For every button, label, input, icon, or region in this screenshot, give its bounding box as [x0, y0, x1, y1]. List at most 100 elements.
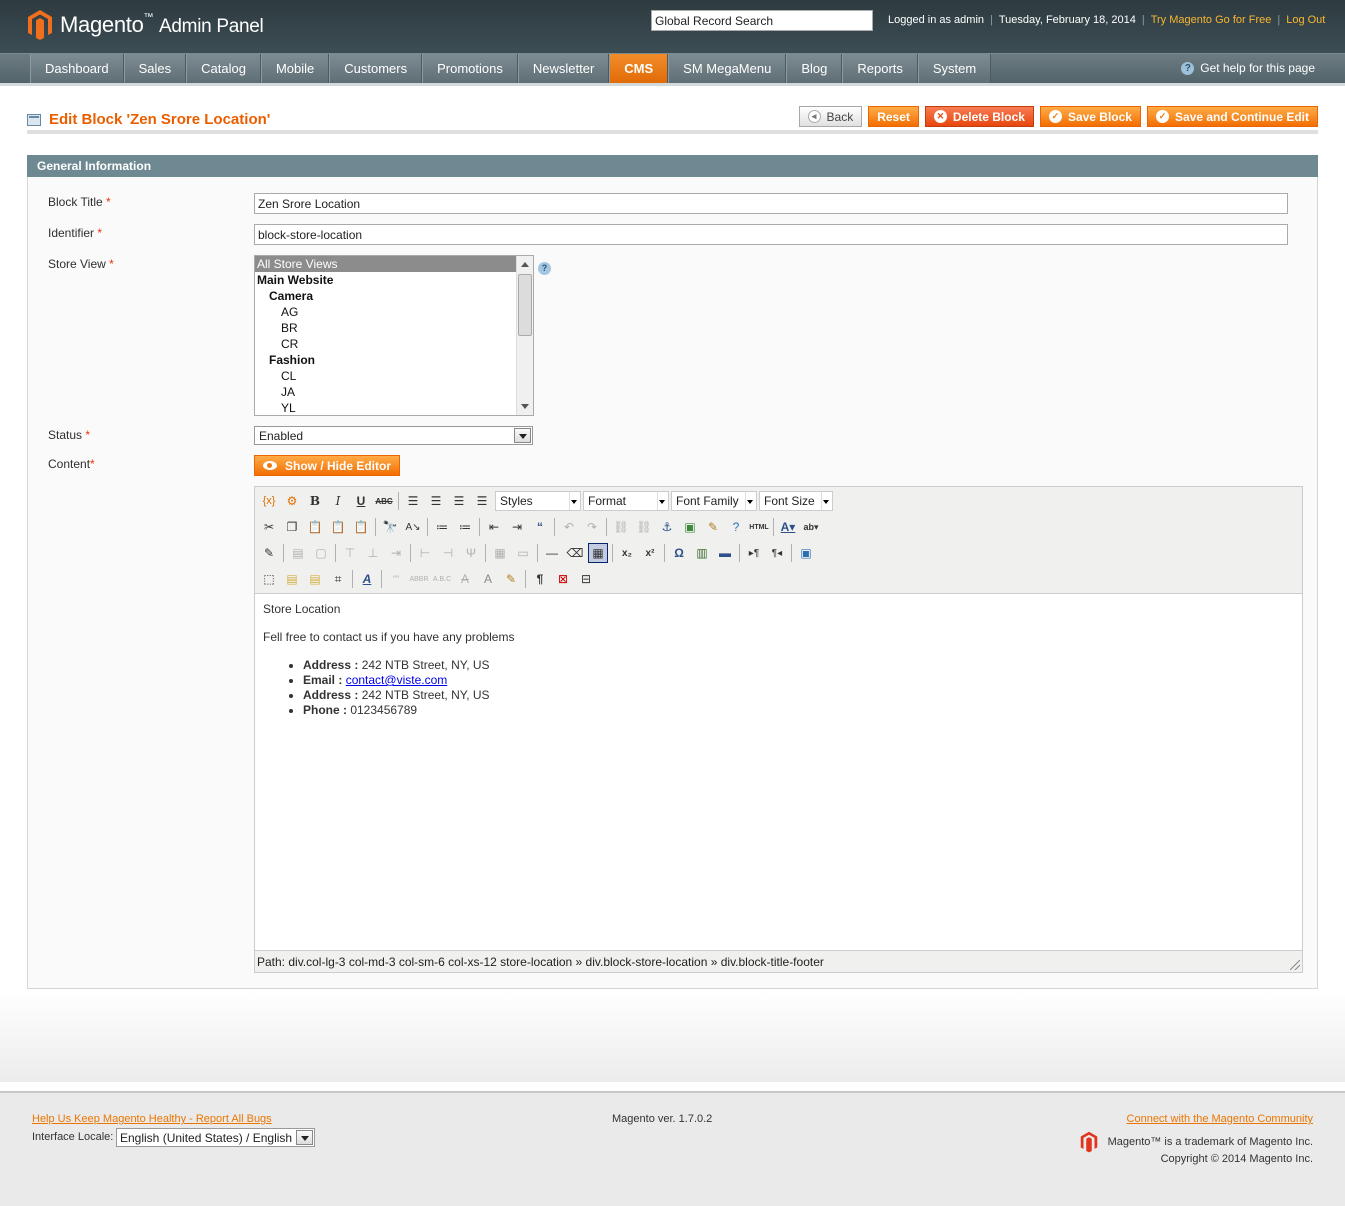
- paste-text-icon[interactable]: 📋: [328, 517, 348, 537]
- align-right-icon[interactable]: ☰: [449, 491, 469, 511]
- nav-item-mobile[interactable]: Mobile: [260, 54, 330, 84]
- move-backward-icon[interactable]: ▤: [305, 569, 325, 589]
- chevron-down-icon[interactable]: [296, 1130, 313, 1145]
- merge-cells-icon[interactable]: ▭: [513, 543, 533, 563]
- show-hide-editor-button[interactable]: Show / Hide Editor: [254, 455, 401, 476]
- cell-props-icon[interactable]: ▢: [311, 543, 331, 563]
- resize-grip-icon[interactable]: [1290, 960, 1300, 970]
- nav-item-blog[interactable]: Blog: [786, 54, 843, 84]
- interface-locale-select[interactable]: English (United States) / English: [116, 1128, 315, 1147]
- chevron-down-icon[interactable]: [514, 428, 531, 443]
- move-forward-icon[interactable]: ▤: [282, 569, 302, 589]
- identifier-input[interactable]: [254, 224, 1288, 245]
- outdent-icon[interactable]: ⇤: [484, 517, 504, 537]
- format-select[interactable]: Format: [583, 491, 669, 511]
- insert-layer-icon[interactable]: ⬚: [259, 569, 279, 589]
- store-view-option[interactable]: CR: [255, 336, 533, 352]
- replace-icon[interactable]: A↘: [403, 517, 423, 537]
- nav-item-reports[interactable]: Reports: [842, 54, 918, 84]
- cite-icon[interactable]: “”: [386, 569, 406, 589]
- deletion-icon[interactable]: A: [455, 569, 475, 589]
- fullscreen-icon[interactable]: ▣: [796, 543, 816, 563]
- absolute-position-icon[interactable]: ⌗: [328, 569, 348, 589]
- horizontal-rule-icon[interactable]: —: [542, 543, 562, 563]
- rtl-icon[interactable]: ¶◂: [767, 543, 787, 563]
- align-left-icon[interactable]: ☰: [403, 491, 423, 511]
- strikethrough-icon[interactable]: ABC: [374, 491, 394, 511]
- community-link[interactable]: Connect with the Magento Community: [1127, 1113, 1313, 1125]
- status-select[interactable]: Enabled: [254, 426, 533, 445]
- unlink-icon[interactable]: ⛓: [634, 517, 654, 537]
- store-view-scrollbar[interactable]: [516, 256, 533, 415]
- superscript-icon[interactable]: x²: [640, 543, 660, 563]
- scroll-thumb[interactable]: [518, 274, 532, 336]
- link-icon[interactable]: ⛓: [611, 517, 631, 537]
- insert-variable-icon[interactable]: {x}: [259, 491, 279, 511]
- undo-icon[interactable]: ↶: [559, 517, 579, 537]
- attributes-icon[interactable]: ✎: [501, 569, 521, 589]
- help-icon[interactable]: ?: [726, 517, 746, 537]
- nav-item-sales[interactable]: Sales: [123, 54, 187, 84]
- paste-icon[interactable]: 📋: [305, 517, 325, 537]
- store-view-option[interactable]: All Store Views: [255, 256, 533, 272]
- block-title-input[interactable]: [254, 193, 1288, 214]
- split-cells-icon[interactable]: ▦: [490, 543, 510, 563]
- visual-aid-icon[interactable]: ▦: [588, 543, 608, 563]
- store-view-option[interactable]: BR: [255, 320, 533, 336]
- redo-icon[interactable]: ↷: [582, 517, 602, 537]
- table-props-icon[interactable]: ✎: [259, 543, 279, 563]
- nav-item-sm-megamenu[interactable]: SM MegaMenu: [668, 54, 787, 84]
- indent-icon[interactable]: ⇥: [507, 517, 527, 537]
- store-view-option[interactable]: YL: [255, 400, 533, 415]
- font-size-select[interactable]: Font Size: [759, 491, 833, 511]
- try-magento-link[interactable]: Try Magento Go for Free: [1151, 14, 1272, 26]
- cut-icon[interactable]: ✂: [259, 517, 279, 537]
- nav-item-promotions[interactable]: Promotions: [422, 54, 518, 84]
- style-props-icon[interactable]: A: [357, 569, 377, 589]
- nav-item-customers[interactable]: Customers: [329, 54, 423, 84]
- row-props-icon[interactable]: ▤: [288, 543, 308, 563]
- remove-format-icon[interactable]: ⌫: [565, 543, 585, 563]
- reset-button[interactable]: Reset: [868, 106, 919, 127]
- background-color-icon[interactable]: ab▾: [801, 517, 821, 537]
- copy-icon[interactable]: ❐: [282, 517, 302, 537]
- image-icon[interactable]: ▣: [680, 517, 700, 537]
- back-button[interactable]: ◂ Back: [798, 106, 863, 127]
- save-continue-button[interactable]: ✓ Save and Continue Edit: [1146, 106, 1318, 127]
- save-block-button[interactable]: ✓ Save Block: [1039, 106, 1141, 127]
- find-icon[interactable]: 🔭: [380, 517, 400, 537]
- help-link[interactable]: ? Get help for this page: [1181, 61, 1315, 75]
- italic-icon[interactable]: I: [328, 491, 348, 511]
- editor-content-area[interactable]: Store Location Fell free to contact us i…: [255, 593, 1302, 951]
- align-center-icon[interactable]: ☰: [426, 491, 446, 511]
- row-before-icon[interactable]: ⊤: [340, 543, 360, 563]
- font-family-select[interactable]: Font Family: [671, 491, 757, 511]
- advanced-hr-icon[interactable]: ▬: [715, 543, 735, 563]
- store-view-help-icon[interactable]: ?: [538, 262, 551, 275]
- cleanup-icon[interactable]: ✎: [703, 517, 723, 537]
- store-view-option[interactable]: Main Website: [255, 272, 533, 288]
- subscript-icon[interactable]: x₂: [617, 543, 637, 563]
- abbr-icon[interactable]: ABBR: [409, 569, 429, 589]
- media-icon[interactable]: ▥: [692, 543, 712, 563]
- styles-select[interactable]: Styles: [495, 491, 581, 511]
- align-justify-icon[interactable]: ☰: [472, 491, 492, 511]
- insertion-icon[interactable]: A: [478, 569, 498, 589]
- visual-chars-icon[interactable]: ¶: [530, 569, 550, 589]
- blockquote-icon[interactable]: “: [530, 517, 550, 537]
- nav-item-dashboard[interactable]: Dashboard: [30, 54, 124, 84]
- logo[interactable]: Magento™ Admin Panel: [27, 9, 264, 41]
- delete-col-icon[interactable]: Ψ: [461, 543, 481, 563]
- store-view-option[interactable]: CL: [255, 368, 533, 384]
- insert-widget-icon[interactable]: ⚙: [282, 491, 302, 511]
- report-bugs-link[interactable]: Help Us Keep Magento Healthy - Report Al…: [32, 1113, 272, 1125]
- col-after-icon[interactable]: ⊣: [438, 543, 458, 563]
- scroll-up-icon[interactable]: [521, 262, 529, 267]
- logout-link[interactable]: Log Out: [1286, 14, 1325, 26]
- store-view-option[interactable]: AG: [255, 304, 533, 320]
- bold-icon[interactable]: B: [305, 491, 325, 511]
- store-view-multiselect[interactable]: All Store Views Main Website Camera AG BR CR F…: [254, 255, 534, 416]
- nonbreaking-icon[interactable]: ⊠: [553, 569, 573, 589]
- text-color-icon[interactable]: A▾: [778, 517, 798, 537]
- delete-block-button[interactable]: ✕ Delete Block: [924, 106, 1034, 127]
